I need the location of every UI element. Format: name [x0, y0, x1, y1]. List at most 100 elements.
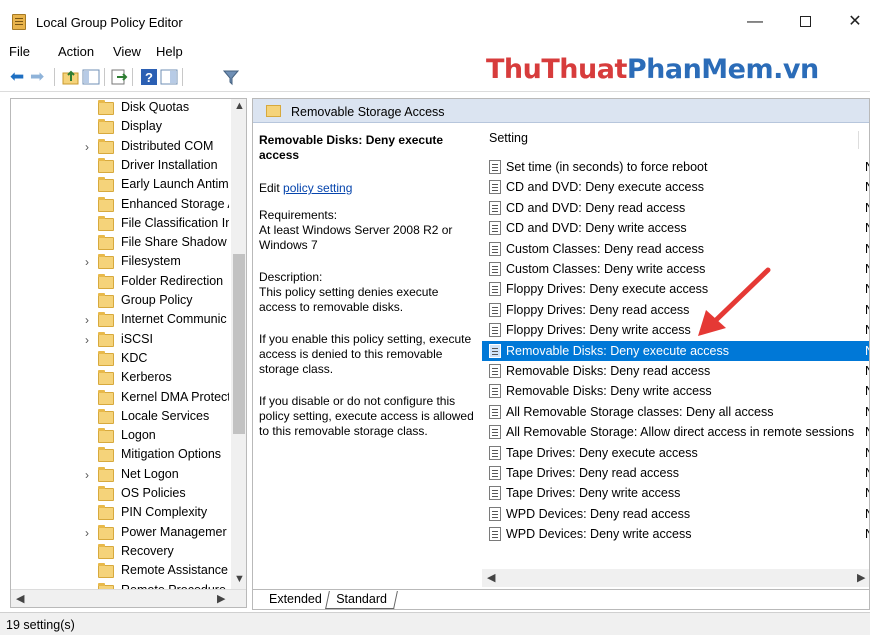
- setting-row[interactable]: Custom Classes: Deny read access N: [482, 239, 869, 259]
- scroll-up-icon[interactable]: ▲: [234, 100, 245, 112]
- expand-chevron-icon[interactable]: ›: [85, 313, 89, 327]
- tree-item[interactable]: Kerberos: [11, 369, 231, 388]
- tab-extended[interactable]: Extended: [261, 591, 330, 609]
- setting-row[interactable]: Custom Classes: Deny write access N: [482, 259, 869, 279]
- scroll-right-icon[interactable]: ▶: [857, 571, 865, 584]
- folder-icon: [98, 254, 114, 270]
- help-icon[interactable]: ?: [140, 68, 158, 86]
- tree-item[interactable]: Display: [11, 118, 231, 137]
- menu-help[interactable]: Help: [156, 44, 183, 59]
- setting-row[interactable]: Floppy Drives: Deny execute access N: [482, 279, 869, 299]
- list-horizontal-scrollbar[interactable]: ◀ ▶: [482, 569, 869, 587]
- expand-chevron-icon[interactable]: ›: [85, 140, 89, 154]
- setting-row[interactable]: Tape Drives: Deny write access N: [482, 483, 869, 503]
- tree-item[interactable]: Disk Quotas: [11, 99, 231, 118]
- tree-item[interactable]: File Classification In: [11, 215, 231, 234]
- setting-row[interactable]: WPD Devices: Deny write access N: [482, 524, 869, 544]
- show-hide-console-tree-icon[interactable]: [82, 68, 100, 86]
- maximize-button[interactable]: [790, 10, 820, 34]
- tree-item[interactable]: File Share Shadow C: [11, 234, 231, 253]
- expand-chevron-icon[interactable]: ›: [85, 526, 89, 540]
- up-folder-icon[interactable]: [62, 68, 80, 86]
- watermark-logo: ThuThuatPhanMem.vn: [486, 54, 819, 85]
- expand-chevron-icon[interactable]: ›: [85, 255, 89, 269]
- column-header-setting[interactable]: Setting: [482, 129, 869, 151]
- menu-action[interactable]: Action: [58, 44, 94, 59]
- extended-description: Removable Disks: Deny execute access Edi…: [259, 133, 477, 456]
- setting-row[interactable]: WPD Devices: Deny read access N: [482, 504, 869, 524]
- tree-item[interactable]: Logon: [11, 427, 231, 446]
- settings-list[interactable]: Setting Set time (in seconds) to force r…: [482, 123, 869, 583]
- tree-item[interactable]: › Net Logon: [11, 466, 231, 485]
- export-list-icon[interactable]: [110, 68, 128, 86]
- setting-row[interactable]: CD and DVD: Deny read access N: [482, 198, 869, 218]
- tab-standard[interactable]: Standard: [325, 591, 398, 609]
- tree-item[interactable]: Driver Installation: [11, 157, 231, 176]
- column-divider[interactable]: [858, 131, 859, 149]
- setting-row[interactable]: Removable Disks: Deny read access N: [482, 361, 869, 381]
- policy-setting-icon: [489, 200, 501, 215]
- title-bar: Local Group Policy Editor — ✕: [0, 0, 870, 40]
- tree-item[interactable]: › Distributed COM: [11, 138, 231, 157]
- description-title: Removable Disks: Deny execute access: [259, 133, 444, 162]
- folder-icon: [98, 235, 114, 251]
- setting-row[interactable]: Tape Drives: Deny execute access N: [482, 443, 869, 463]
- tree-item[interactable]: KDC: [11, 350, 231, 369]
- policy-setting-link[interactable]: policy setting: [283, 181, 352, 195]
- minimize-button[interactable]: —: [740, 10, 770, 34]
- menu-file[interactable]: File: [9, 44, 30, 59]
- setting-row[interactable]: Floppy Drives: Deny read access N: [482, 300, 869, 320]
- tree-item-label: Distributed COM: [121, 138, 214, 153]
- tree-item[interactable]: › Power Managemer: [11, 524, 231, 543]
- tree-item-label: Kerberos: [121, 370, 172, 385]
- tree-item[interactable]: Folder Redirection: [11, 273, 231, 292]
- scroll-left-icon[interactable]: ◀: [487, 571, 495, 584]
- back-arrow-icon[interactable]: ⬅: [10, 68, 28, 86]
- setting-row[interactable]: Floppy Drives: Deny write access N: [482, 320, 869, 340]
- setting-state-truncated: N: [865, 486, 869, 500]
- close-button[interactable]: ✕: [840, 10, 870, 34]
- expand-chevron-icon[interactable]: ›: [85, 468, 89, 482]
- tree-item[interactable]: Locale Services: [11, 408, 231, 427]
- tree-item[interactable]: PIN Complexity: [11, 504, 231, 523]
- setting-row[interactable]: Set time (in seconds) to force reboot N: [482, 157, 869, 177]
- tree-vertical-scrollbar[interactable]: ▲ ▼: [231, 99, 246, 589]
- setting-row[interactable]: CD and DVD: Deny write access N: [482, 218, 869, 238]
- console-tree[interactable]: Disk Quotas Display › Distributed COM Driver…: [10, 98, 247, 608]
- tree-item-label: Mitigation Options: [121, 447, 222, 462]
- filter-icon[interactable]: [222, 68, 240, 86]
- setting-row[interactable]: Removable Disks: Deny write access N: [482, 381, 869, 401]
- tree-item[interactable]: › iSCSI: [11, 331, 231, 350]
- setting-label: Removable Disks: Deny read access: [506, 364, 711, 378]
- view-tabs: Extended Standard: [253, 589, 869, 609]
- tree-item[interactable]: Group Policy: [11, 292, 231, 311]
- folder-icon: [98, 486, 114, 501]
- scroll-down-icon[interactable]: ▼: [234, 573, 245, 585]
- setting-label: WPD Devices: Deny read access: [506, 506, 691, 521]
- tree-item[interactable]: Mitigation Options: [11, 446, 231, 465]
- setting-row[interactable]: All Removable Storage: Allow direct acce…: [482, 422, 869, 442]
- forward-arrow-icon[interactable]: ➡: [30, 68, 48, 86]
- policy-setting-icon: [489, 241, 501, 256]
- tree-scroll-thumb[interactable]: [233, 254, 245, 434]
- scroll-right-icon[interactable]: ▶: [217, 592, 225, 605]
- tree-item[interactable]: Kernel DMA Protect: [11, 389, 231, 408]
- tree-item[interactable]: Recovery: [11, 543, 231, 562]
- folder-icon: [98, 524, 114, 540]
- tree-item[interactable]: Early Launch Antim: [11, 176, 231, 195]
- maximize-icon: [799, 16, 811, 27]
- setting-row[interactable]: Tape Drives: Deny read access N: [482, 463, 869, 483]
- scroll-left-icon[interactable]: ◀: [16, 592, 24, 605]
- setting-row[interactable]: All Removable Storage classes: Deny all …: [482, 402, 869, 422]
- properties-view-icon[interactable]: [160, 68, 178, 86]
- tree-item[interactable]: OS Policies: [11, 485, 231, 504]
- menu-view[interactable]: View: [113, 44, 141, 59]
- setting-row[interactable]: Removable Disks: Deny execute access N: [482, 340, 869, 361]
- tree-item[interactable]: › Internet Communic: [11, 311, 231, 330]
- setting-row[interactable]: CD and DVD: Deny execute access N: [482, 177, 869, 197]
- tree-horizontal-scrollbar[interactable]: ◀ ▶: [11, 589, 246, 607]
- tree-item[interactable]: › Filesystem: [11, 253, 231, 272]
- tree-item[interactable]: Enhanced Storage A: [11, 196, 231, 215]
- expand-chevron-icon[interactable]: ›: [85, 333, 89, 347]
- tree-item[interactable]: Remote Assistance: [11, 562, 231, 581]
